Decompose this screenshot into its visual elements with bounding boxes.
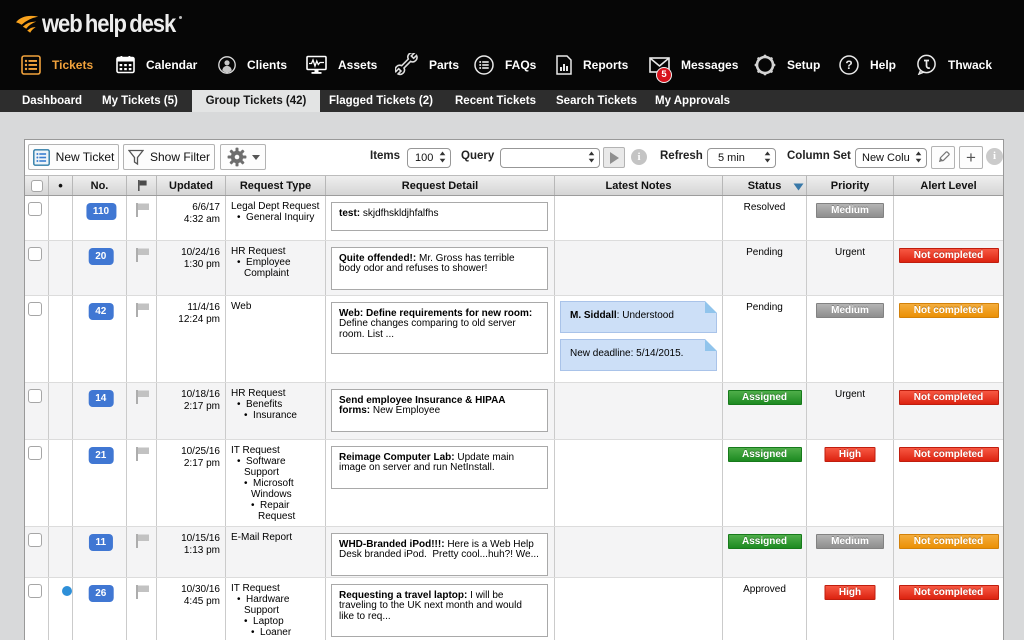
svg-text:?: ? <box>845 58 852 72</box>
